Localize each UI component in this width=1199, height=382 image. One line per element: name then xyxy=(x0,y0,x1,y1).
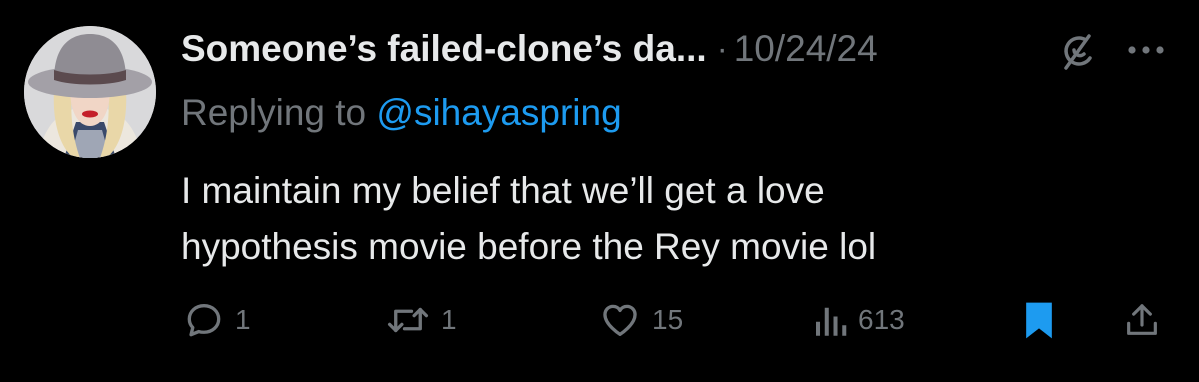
reply-button[interactable]: 1 xyxy=(183,290,251,350)
bookmark-button[interactable] xyxy=(1020,290,1058,350)
separator-dot: · xyxy=(716,30,728,67)
bookmark-icon xyxy=(1026,302,1052,339)
views-button[interactable]: 613 xyxy=(812,290,905,350)
share-icon xyxy=(1127,304,1157,335)
replying-to: Replying to @sihayaspring xyxy=(181,92,622,134)
more-icon[interactable] xyxy=(1124,38,1168,62)
tweet-text: I maintain my belief that we’ll get a lo… xyxy=(181,163,1141,275)
repost-count: 1 xyxy=(441,304,457,335)
reply-count: 1 xyxy=(235,304,251,335)
action-bar: 1 1 15 613 xyxy=(0,290,1199,350)
tweet[interactable]: Someone’s failed-clone’s da... · 10/24/2… xyxy=(0,0,1199,382)
reply-icon xyxy=(187,303,221,337)
like-button[interactable]: 15 xyxy=(598,290,683,350)
avatar[interactable] xyxy=(24,26,156,158)
repost-button[interactable]: 1 xyxy=(385,290,457,350)
tweet-header: Someone’s failed-clone’s da... · 10/24/2… xyxy=(181,24,878,74)
like-icon xyxy=(603,304,637,337)
tweet-text-line-2: hypothesis movie before the Rey movie lo… xyxy=(181,226,877,267)
timestamp[interactable]: 10/24/24 xyxy=(734,28,878,70)
share-button[interactable] xyxy=(1122,290,1162,350)
views-icon xyxy=(816,307,847,336)
repost-icon xyxy=(387,307,429,333)
replying-to-handle[interactable]: @sihayaspring xyxy=(376,92,621,133)
views-count: 613 xyxy=(858,304,905,335)
grok-icon[interactable] xyxy=(1056,30,1098,72)
replying-to-label: Replying to xyxy=(181,92,377,133)
display-name[interactable]: Someone’s failed-clone’s da... xyxy=(181,28,707,70)
like-count: 15 xyxy=(652,304,684,335)
tweet-text-line-1: I maintain my belief that we’ll get a lo… xyxy=(181,170,825,211)
